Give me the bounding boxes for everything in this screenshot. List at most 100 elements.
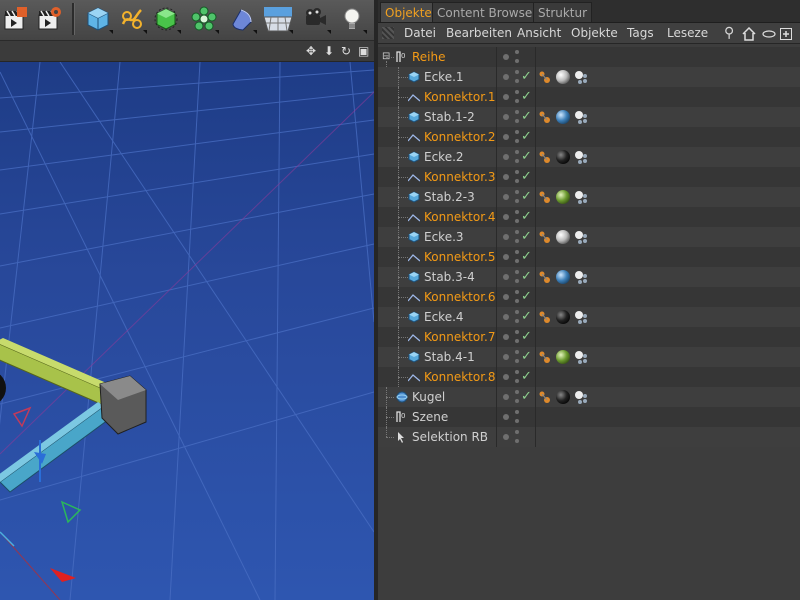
phong-tag-icon[interactable] xyxy=(538,149,552,165)
render-visibility-icon[interactable] xyxy=(515,159,519,163)
visibility-dot-icon[interactable] xyxy=(503,194,509,200)
editor-visibility-icon[interactable] xyxy=(515,90,519,94)
enabled-check-icon[interactable]: ✓ xyxy=(521,147,532,167)
phong-tag-icon[interactable] xyxy=(538,349,552,365)
down-arrow-icon[interactable]: ⬇ xyxy=(324,43,334,59)
editor-visibility-icon[interactable] xyxy=(515,350,519,354)
phong-tag-icon[interactable] xyxy=(538,109,552,125)
render-visibility-icon[interactable] xyxy=(515,439,519,443)
visibility-dot-icon[interactable] xyxy=(503,354,509,360)
editor-visibility-icon[interactable] xyxy=(515,430,519,434)
texture-tag-icon[interactable] xyxy=(574,309,590,325)
render-visibility-icon[interactable] xyxy=(515,419,519,423)
phong-tag-icon[interactable] xyxy=(538,309,552,325)
menu-objekte[interactable]: Objekte xyxy=(571,23,618,43)
object-name-label[interactable]: Konnektor.7 xyxy=(424,327,495,347)
object-row[interactable]: Ecke.4 ✓ xyxy=(378,307,800,327)
enabled-check-icon[interactable]: ✓ xyxy=(521,127,532,147)
object-row[interactable]: Kugel ✓ xyxy=(378,387,800,407)
enabled-check-icon[interactable]: ✓ xyxy=(521,327,532,347)
editor-visibility-icon[interactable] xyxy=(515,170,519,174)
visibility-dot-icon[interactable] xyxy=(503,134,509,140)
object-name-label[interactable]: Konnektor.1 xyxy=(424,87,495,107)
object-name-label[interactable]: Konnektor.5 xyxy=(424,247,495,267)
material-tag-icon[interactable] xyxy=(556,270,570,284)
render-visibility-icon[interactable] xyxy=(515,219,519,223)
object-name-label[interactable]: Konnektor.3 xyxy=(424,167,495,187)
object-row[interactable]: Konnektor.1 ✓ xyxy=(378,87,800,107)
render-visibility-icon[interactable] xyxy=(515,179,519,183)
editor-visibility-icon[interactable] xyxy=(515,390,519,394)
editor-visibility-icon[interactable] xyxy=(515,230,519,234)
texture-tag-icon[interactable] xyxy=(574,69,590,85)
3d-viewport[interactable] xyxy=(0,62,374,600)
texture-tag-icon[interactable] xyxy=(574,269,590,285)
visibility-dot-icon[interactable] xyxy=(503,114,509,120)
object-name-label[interactable]: Stab.2-3 xyxy=(424,187,475,207)
render-visibility-icon[interactable] xyxy=(515,99,519,103)
object-row[interactable]: 0 Szene xyxy=(378,407,800,427)
phong-tag-icon[interactable] xyxy=(538,229,552,245)
texture-tag-icon[interactable] xyxy=(574,109,590,125)
phong-tag-icon[interactable] xyxy=(538,69,552,85)
object-row[interactable]: Selektion RB xyxy=(378,427,800,447)
texture-tag-icon[interactable] xyxy=(574,349,590,365)
material-tag-icon[interactable] xyxy=(556,190,570,204)
editor-visibility-icon[interactable] xyxy=(515,150,519,154)
visibility-dot-icon[interactable] xyxy=(503,74,509,80)
render-visibility-icon[interactable] xyxy=(515,359,519,363)
visibility-dot-icon[interactable] xyxy=(503,374,509,380)
visibility-dot-icon[interactable] xyxy=(503,314,509,320)
visibility-dot-icon[interactable] xyxy=(503,54,509,60)
render-visibility-icon[interactable] xyxy=(515,199,519,203)
enabled-check-icon[interactable]: ✓ xyxy=(521,367,532,387)
render-visibility-icon[interactable] xyxy=(515,339,519,343)
object-row[interactable]: Stab.1-2 ✓ xyxy=(378,107,800,127)
material-tag-icon[interactable] xyxy=(556,350,570,364)
object-row[interactable]: Ecke.1 ✓ xyxy=(378,67,800,87)
maximize-icon[interactable]: ▣ xyxy=(358,43,369,59)
search-icon[interactable]: ⚲ xyxy=(724,23,734,43)
material-tag-icon[interactable] xyxy=(556,390,570,404)
object-name-label[interactable]: Stab.1-2 xyxy=(424,107,475,127)
eye-icon[interactable] xyxy=(762,23,776,43)
material-tag-icon[interactable] xyxy=(556,110,570,124)
enabled-check-icon[interactable]: ✓ xyxy=(521,67,532,87)
tab-objekte[interactable]: Objekte xyxy=(380,2,437,22)
phong-tag-icon[interactable] xyxy=(538,269,552,285)
enabled-check-icon[interactable]: ✓ xyxy=(521,247,532,267)
object-name-label[interactable]: Ecke.3 xyxy=(424,227,464,247)
enabled-check-icon[interactable]: ✓ xyxy=(521,187,532,207)
object-row[interactable]: Konnektor.5 ✓ xyxy=(378,247,800,267)
editor-visibility-icon[interactable] xyxy=(515,50,519,54)
object-row[interactable]: Konnektor.2 ✓ xyxy=(378,127,800,147)
render-visibility-icon[interactable] xyxy=(515,279,519,283)
menu-ansicht[interactable]: Ansicht xyxy=(517,23,561,43)
editor-visibility-icon[interactable] xyxy=(515,370,519,374)
editor-visibility-icon[interactable] xyxy=(515,190,519,194)
enabled-check-icon[interactable]: ✓ xyxy=(521,347,532,367)
grip-handle[interactable] xyxy=(382,27,394,39)
light-icon[interactable] xyxy=(336,3,368,35)
render-visibility-icon[interactable] xyxy=(515,79,519,83)
texture-tag-icon[interactable] xyxy=(574,229,590,245)
editor-visibility-icon[interactable] xyxy=(515,70,519,74)
tab-struktur[interactable]: Struktur xyxy=(533,2,593,22)
menu-datei[interactable]: Datei xyxy=(404,23,436,43)
visibility-dot-icon[interactable] xyxy=(503,154,509,160)
editor-visibility-icon[interactable] xyxy=(515,250,519,254)
visibility-dot-icon[interactable] xyxy=(503,334,509,340)
material-tag-icon[interactable] xyxy=(556,70,570,84)
menu-lesezeichen[interactable]: Leseze xyxy=(667,23,708,43)
editor-visibility-icon[interactable] xyxy=(515,210,519,214)
texture-tag-icon[interactable] xyxy=(574,389,590,405)
visibility-dot-icon[interactable] xyxy=(503,174,509,180)
render-visibility-icon[interactable] xyxy=(515,119,519,123)
visibility-dot-icon[interactable] xyxy=(503,414,509,420)
object-row[interactable]: Konnektor.4 ✓ xyxy=(378,207,800,227)
render-visibility-icon[interactable] xyxy=(515,139,519,143)
texture-tag-icon[interactable] xyxy=(574,149,590,165)
move-view-icon[interactable]: ✥ xyxy=(306,43,316,59)
enabled-check-icon[interactable]: ✓ xyxy=(521,267,532,287)
object-row[interactable]: Stab.3-4 ✓ xyxy=(378,267,800,287)
